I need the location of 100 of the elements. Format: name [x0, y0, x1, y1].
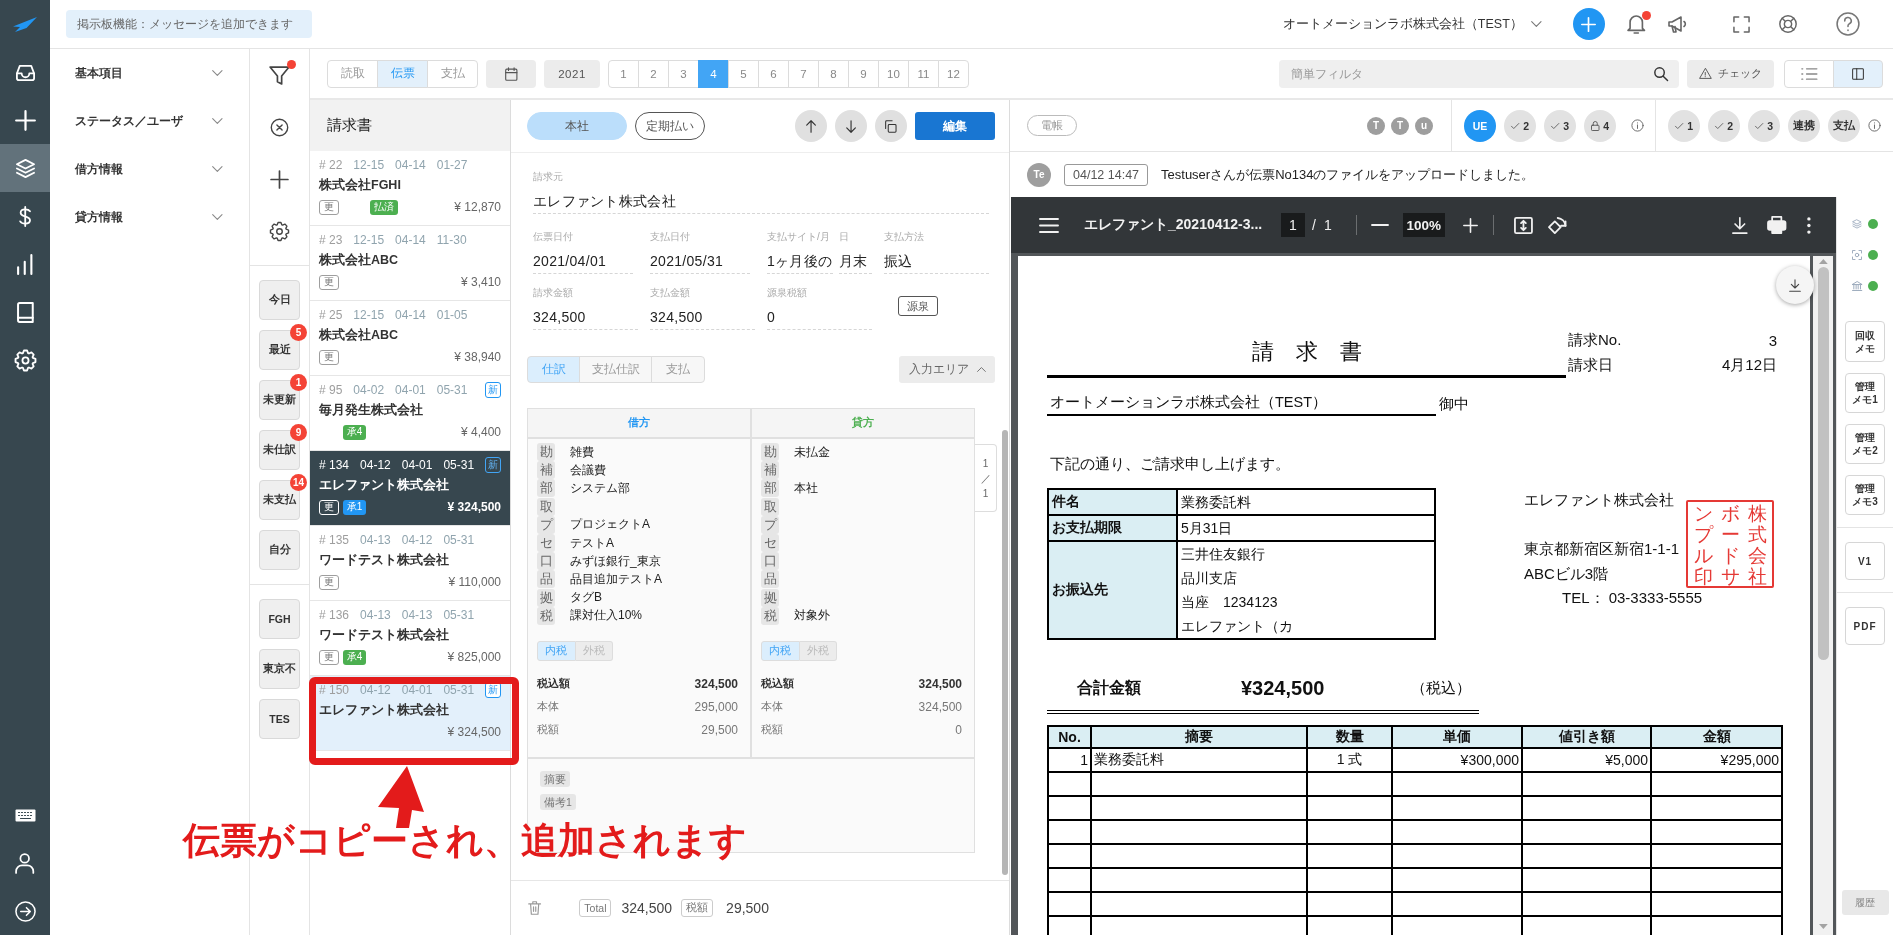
year-button[interactable]: 2021 — [544, 59, 600, 88]
move-up-button[interactable] — [795, 110, 827, 142]
page-number-field[interactable]: 1 — [1281, 213, 1305, 237]
view-toggle-button[interactable] — [1784, 59, 1834, 88]
total-label: 税額 — [761, 723, 783, 738]
saved-filter-button[interactable]: TES — [259, 699, 300, 739]
sidebar-section[interactable]: 基本項目 — [50, 49, 249, 97]
quick-filter-button[interactable]: 今日 — [259, 280, 300, 320]
field-tag: セ — [761, 534, 779, 553]
circle-x-icon[interactable] — [270, 117, 289, 137]
info-icon[interactable] — [1868, 119, 1881, 132]
zoom-level-field[interactable]: 100% — [1402, 213, 1445, 237]
message-text: Testuserさんが伝票No134のファイルをアップロードしました。 — [1161, 165, 1535, 184]
approval-button[interactable]: 4 — [1584, 109, 1616, 142]
field-tag: 口 — [761, 552, 779, 571]
search-icon[interactable] — [1653, 65, 1669, 82]
approval-button[interactable]: 連携 — [1788, 109, 1820, 142]
memo-button[interactable]: 管理 メモ1 — [1845, 373, 1885, 413]
field-label: 支払方法 — [884, 230, 924, 244]
month-tab[interactable]: 7 — [788, 59, 819, 88]
approval-button[interactable]: 2 — [1504, 109, 1536, 142]
version-button[interactable]: V1 — [1845, 542, 1885, 580]
month-tab[interactable]: 10 — [878, 59, 909, 88]
copy-button[interactable] — [875, 110, 907, 142]
amount-text: ¥ 825,000 — [447, 650, 501, 664]
month-tab[interactable]: 8 — [818, 59, 849, 88]
month-tab[interactable]: 12 — [938, 59, 969, 88]
field-label: 日 — [839, 230, 849, 244]
arrow-circle-icon[interactable] — [14, 900, 36, 922]
total-amount: 324,500 — [621, 900, 673, 916]
check-button[interactable]: チェック — [1687, 59, 1774, 88]
toggle-chip[interactable]: 定期払い — [635, 112, 705, 140]
status-tag: 承4 — [343, 649, 366, 665]
more-icon[interactable] — [1807, 216, 1811, 234]
scrollbar-thumb[interactable] — [1002, 430, 1008, 875]
saved-filter-button[interactable]: FGH — [259, 599, 300, 639]
download-icon[interactable] — [1732, 216, 1748, 234]
month-tab[interactable]: 2 — [638, 59, 669, 88]
date-text: 11-30 — [436, 233, 467, 247]
rotate-icon[interactable] — [1547, 216, 1567, 234]
keyboard-icon[interactable] — [14, 808, 36, 822]
bell-icon[interactable] — [1626, 14, 1645, 34]
month-tab[interactable]: 9 — [848, 59, 879, 88]
memo-tag: 摘要 — [540, 770, 570, 787]
add-button[interactable] — [1572, 8, 1605, 40]
lifebuoy-icon[interactable] — [1778, 14, 1798, 34]
pdf-button[interactable]: PDF — [1845, 607, 1885, 645]
calendar-button[interactable] — [486, 59, 536, 88]
trash-icon[interactable] — [528, 901, 542, 915]
menu-icon[interactable] — [1039, 217, 1059, 233]
fit-page-icon[interactable] — [1513, 216, 1533, 234]
fullscreen-icon[interactable] — [1733, 15, 1750, 33]
sidebar-section[interactable]: ステータス／ユーザ — [50, 97, 249, 145]
company-name: 株式会社ABC — [319, 252, 399, 269]
date-text: 05-31 — [436, 383, 468, 397]
month-tab[interactable]: 5 — [728, 59, 759, 88]
approval-button[interactable]: 支払 — [1828, 109, 1860, 142]
approval-button[interactable]: 1 — [1668, 109, 1700, 142]
month-tab[interactable]: 3 — [668, 59, 699, 88]
input-area-button[interactable]: 入力エリア — [899, 356, 995, 383]
settings-icon[interactable] — [270, 221, 289, 241]
print-icon[interactable] — [1767, 216, 1786, 234]
approval-button[interactable]: 2 — [1708, 109, 1740, 142]
memo-button[interactable]: 管理 メモ3 — [1845, 475, 1885, 515]
toggle-chip[interactable]: 本社 — [527, 112, 627, 140]
field-label: 支払サイト/月 — [767, 230, 830, 244]
amount-text: ¥ 38,940 — [454, 350, 501, 364]
sidebar-section[interactable]: 借方情報 — [50, 145, 249, 193]
company-dropdown[interactable]: オートメーションラボ株式会社（TEST） — [1282, 15, 1542, 33]
saved-filter-button[interactable]: 東京不 — [259, 649, 300, 689]
memo-button[interactable]: 管理 メモ2 — [1845, 424, 1885, 464]
logo-icon — [13, 16, 37, 32]
user-icon[interactable] — [15, 852, 35, 874]
month-tab[interactable]: 11 — [908, 59, 939, 88]
field-value: 324,500 — [650, 308, 703, 327]
minus-icon[interactable] — [1370, 224, 1389, 226]
field-tag: 税 — [537, 606, 555, 625]
info-icon[interactable] — [1631, 119, 1644, 132]
month-tab[interactable]: 1 — [608, 59, 639, 88]
view-toggle-button[interactable] — [1833, 59, 1883, 88]
scrollbar-thumb[interactable] — [1817, 267, 1829, 660]
approval-button[interactable]: 3 — [1748, 109, 1780, 142]
nav-button[interactable] — [0, 144, 50, 192]
status-tag: 更 — [319, 349, 339, 365]
sidebar-section[interactable]: 貸方情報 — [50, 193, 249, 241]
move-down-button[interactable] — [835, 110, 867, 142]
edit-button[interactable]: 編集 — [915, 112, 995, 140]
list-item[interactable]: # 134 04-12 04-01 05-31 新 エレファント株式会社 更 承1 ¥ 324,500 — [310, 451, 510, 526]
memo-button[interactable]: 回収 メモ — [1845, 321, 1885, 362]
help-icon[interactable] — [1836, 12, 1860, 36]
approval-button[interactable]: 3 — [1544, 109, 1576, 142]
month-tab[interactable]: 6 — [758, 59, 789, 88]
date-text: 04-14 — [395, 308, 426, 322]
withholding-button[interactable]: 源泉 — [898, 296, 938, 316]
quick-filter-button[interactable]: 自分 — [259, 530, 300, 570]
search-field[interactable]: 簡単フィルタ — [1279, 59, 1679, 88]
plus-icon[interactable] — [270, 169, 289, 189]
filter-icon[interactable] — [268, 65, 291, 85]
date-text: 01-05 — [436, 308, 468, 322]
megaphone-icon[interactable] — [1668, 15, 1686, 33]
